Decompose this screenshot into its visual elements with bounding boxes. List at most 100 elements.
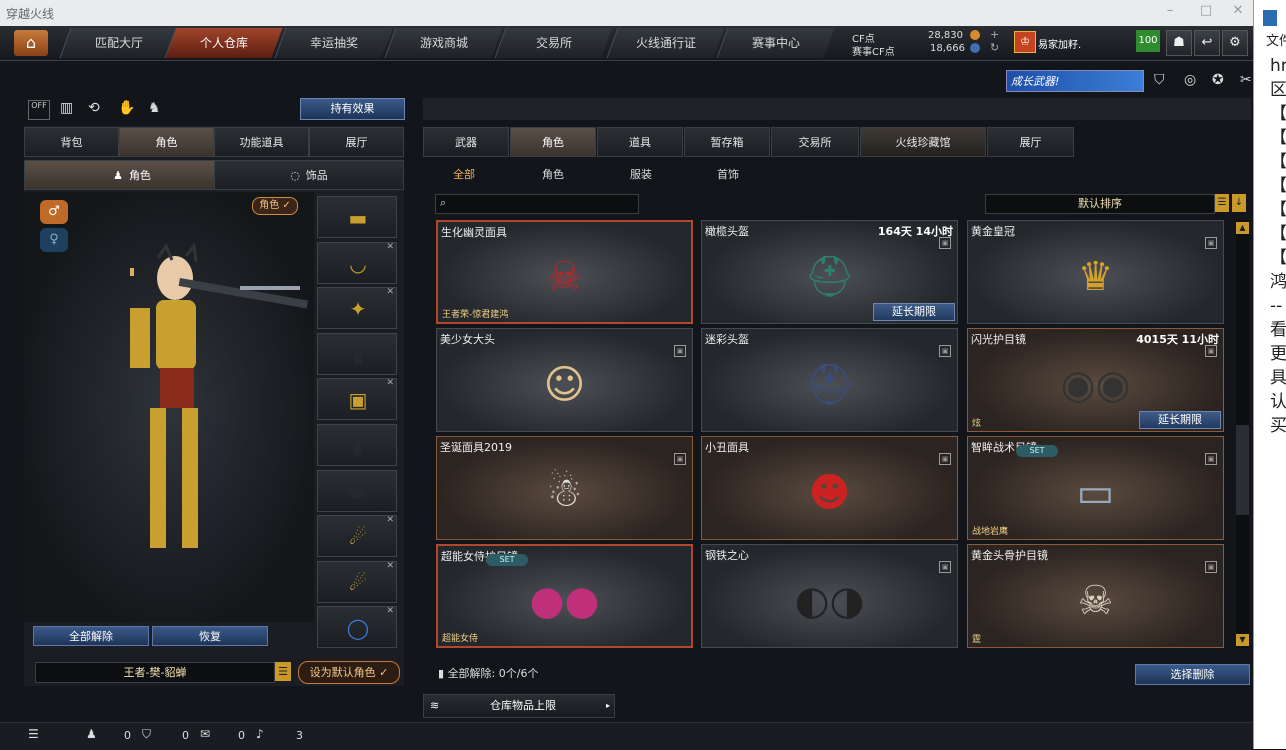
set-default-button[interactable]: 设为默认角色 ✓ <box>298 661 400 684</box>
remove-icon[interactable]: ✕ <box>386 242 394 252</box>
nav-tab-6[interactable]: 赛事中心 <box>716 28 835 58</box>
equipment-slot[interactable]: ▮ <box>317 424 397 466</box>
scroll-up-icon[interactable]: ▲ <box>1236 222 1249 234</box>
claw-icon[interactable]: ✂ <box>1240 72 1252 88</box>
item-card[interactable]: 迷彩头盔 ▣ ⛑ <box>701 328 958 432</box>
refresh-icon[interactable]: ↻ <box>990 41 999 54</box>
lock-icon: ▣ <box>1205 453 1217 465</box>
item-card[interactable]: 黄金皇冠 ▣ ♛ <box>967 220 1224 324</box>
scroll-thumb[interactable] <box>1236 425 1249 515</box>
pet-icon[interactable]: ♞ <box>148 100 161 116</box>
gear-icon[interactable]: ⚙ <box>1222 30 1248 56</box>
item-card[interactable]: 闪光护目镜 4015天 11小时 ▣ ◉◉ 炫延长期限 <box>967 328 1224 432</box>
subtab-character[interactable]: ♟ 角色 <box>24 160 240 190</box>
restore-button[interactable]: 恢复 <box>152 626 268 646</box>
item-card[interactable]: 圣诞面具2019 ▣ ☃ <box>436 436 693 540</box>
male-icon[interactable]: ♂ <box>40 200 68 224</box>
equipment-slot[interactable]: ▬ <box>317 196 397 238</box>
minimize-button[interactable]: – <box>1160 3 1180 21</box>
growth-weapon-banner[interactable]: 成长武器! <box>1006 70 1144 92</box>
equipment-slot[interactable]: ☄ ✕ <box>317 515 397 558</box>
list-icon[interactable]: ☰ <box>275 662 291 681</box>
equipment-slot[interactable]: ☄ ✕ <box>317 560 397 603</box>
add-icon[interactable]: + <box>990 28 999 41</box>
right-tab-1[interactable]: 角色 <box>510 127 596 157</box>
cf-value: 28,830 <box>928 30 963 41</box>
extend-button[interactable]: 延长期限 <box>873 303 955 321</box>
target-icon[interactable]: ◎ <box>1184 72 1196 88</box>
left-tab-0[interactable]: 背包 <box>24 127 119 157</box>
select-delete-button[interactable]: 选择删除 <box>1135 664 1250 685</box>
item-card[interactable]: 钢铁之心 ▣ ◐◑ <box>701 544 958 648</box>
stats-icon[interactable]: ▥ <box>60 100 73 116</box>
friends-icon[interactable]: ♟ <box>86 727 97 741</box>
item-card[interactable]: 美少女大头 ▣ ☺ <box>436 328 693 432</box>
left-tab-2[interactable]: 功能道具 <box>214 127 309 157</box>
remove-icon[interactable]: ✕ <box>386 378 394 388</box>
extend-button[interactable]: 延长期限 <box>1139 411 1221 429</box>
unequip-all-button[interactable]: 全部解除 <box>33 626 149 646</box>
right-tab-4[interactable]: 交易所 <box>771 127 859 157</box>
equipment-slot[interactable]: ◯ ✕ <box>317 606 397 649</box>
character-tag[interactable]: 角色 ✓ <box>252 197 298 215</box>
badge-icon[interactable]: ✪ <box>1212 72 1224 88</box>
right-tab-6[interactable]: 展厅 <box>987 127 1074 157</box>
shield-icon[interactable]: ⛉ <box>1154 72 1165 88</box>
maximize-button[interactable]: □ <box>1196 3 1216 21</box>
equipment-slot[interactable]: ▮ <box>317 332 397 375</box>
left-tab-3[interactable]: 展厅 <box>309 127 404 157</box>
filter-2[interactable]: 服装 <box>630 166 652 182</box>
sort-select[interactable]: 默认排序 <box>985 194 1215 214</box>
right-tab-5[interactable]: 火线珍藏馆 <box>860 127 986 157</box>
clan-icon[interactable]: ⛉ <box>142 727 151 742</box>
pose-icon[interactable]: ✋ <box>118 100 135 116</box>
item-card[interactable]: 智眸战术目镜 ▣ SET ▭ 战地岩鹰 <box>967 436 1224 540</box>
effect-button[interactable]: 持有效果 <box>300 98 405 120</box>
nav-tab-5[interactable]: 火线通行证 <box>606 28 725 58</box>
equipment-slot[interactable]: ◡ ✕ <box>317 241 397 284</box>
remove-icon[interactable]: ✕ <box>386 606 394 616</box>
speaker-icon[interactable]: ♪ <box>256 727 264 741</box>
female-icon[interactable]: ♀ <box>40 228 68 252</box>
menu-icon[interactable]: ☰ <box>28 727 39 741</box>
nav-tab-2[interactable]: 幸运抽奖 <box>274 28 393 58</box>
nav-tab-1[interactable]: 个人仓库 <box>164 28 283 58</box>
remove-icon[interactable]: ✕ <box>386 515 394 525</box>
right-tab-2[interactable]: 道具 <box>597 127 683 157</box>
left-tab-1[interactable]: 角色 <box>119 127 214 157</box>
equipment-slot[interactable]: ▬ <box>317 469 397 512</box>
item-card[interactable]: 黄金头骨护目镜 ▣ ☠ 霆 <box>967 544 1224 648</box>
nav-tab-0[interactable]: 匹配大厅 <box>59 28 178 58</box>
filter-0[interactable]: 全部 <box>453 166 475 182</box>
remove-icon[interactable]: ✕ <box>386 287 394 297</box>
effects-off-icon[interactable]: OFF <box>28 100 50 120</box>
side-text-line: 鸿 <box>1270 272 1286 292</box>
item-card[interactable]: 超能女侍护目镜 SET ●● 超能女侍 <box>436 544 693 648</box>
sort-arrow-icon[interactable]: ↓ <box>1232 194 1246 212</box>
sort-list-icon[interactable]: ☰ <box>1215 194 1229 212</box>
item-card[interactable]: 生化幽灵面具 ☠ 王者荣-惊君建鸿 <box>436 220 693 324</box>
nav-tab-3[interactable]: 游戏商城 <box>384 28 503 58</box>
scroll-down-icon[interactable]: ▼ <box>1236 634 1249 646</box>
home-icon[interactable]: ⌂ <box>14 30 48 56</box>
mask-icon[interactable]: ☗ <box>1166 30 1192 56</box>
close-button[interactable]: ✕ <box>1228 3 1248 21</box>
storage-limit-bar[interactable]: ≋ 仓库物品上限 ▸ <box>423 694 615 718</box>
item-card[interactable]: 小丑面具 ▣ ☻ <box>701 436 958 540</box>
search-input[interactable]: ⌕ <box>435 194 639 214</box>
rotate-icon[interactable]: ⟲ <box>88 100 100 116</box>
chat-count: 0 <box>238 729 245 742</box>
return-icon[interactable]: ↩ <box>1194 30 1220 56</box>
right-tab-0[interactable]: 武器 <box>423 127 509 157</box>
item-name: 钢铁之心 <box>705 549 749 562</box>
subtab-accessory[interactable]: ◌ 饰品 <box>214 160 404 190</box>
equipment-slot[interactable]: ▣ ✕ <box>317 378 397 421</box>
nav-tab-4[interactable]: 交易所 <box>494 28 613 58</box>
item-card[interactable]: 橄榄头盔 164天 14小时 ▣ ⛑ 延长期限 <box>701 220 958 324</box>
chat-icon[interactable]: ✉ <box>200 727 210 741</box>
remove-icon[interactable]: ✕ <box>386 561 394 571</box>
equipment-slot[interactable]: ✦ ✕ <box>317 287 397 330</box>
right-tab-3[interactable]: 暂存箱 <box>684 127 770 157</box>
filter-1[interactable]: 角色 <box>542 166 564 182</box>
filter-3[interactable]: 首饰 <box>717 166 739 182</box>
